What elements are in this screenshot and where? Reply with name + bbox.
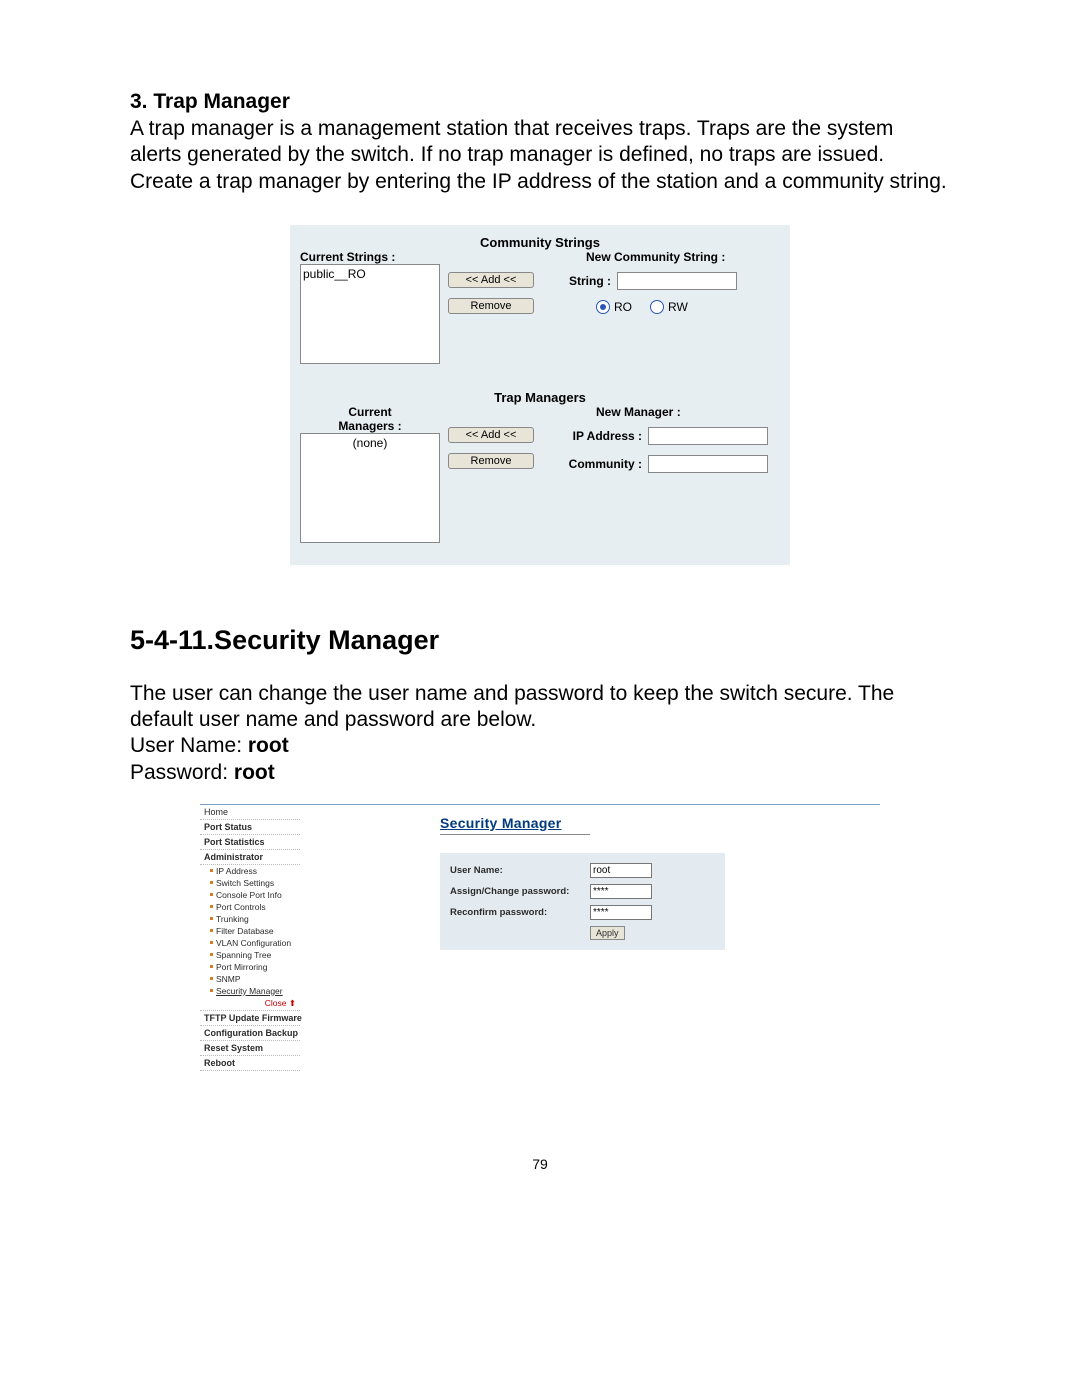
security-form: User Name: Assign/Change password: Recon… xyxy=(440,853,725,950)
new-community-string-label: New Community String : xyxy=(556,250,780,264)
section-heading-security: 5-4-11.Security Manager xyxy=(130,625,950,656)
nav-reboot[interactable]: Reboot xyxy=(200,1056,300,1071)
community-heading: Community Strings xyxy=(300,231,780,250)
page-number: 79 xyxy=(0,1156,1080,1172)
trap-description: A trap manager is a management station t… xyxy=(130,116,950,195)
assign-password-label: Assign/Change password: xyxy=(450,886,590,897)
bullet-icon xyxy=(210,881,213,884)
reconfirm-password-label: Reconfirm password: xyxy=(450,907,590,918)
current-strings-label: Current Strings : xyxy=(300,250,440,264)
nav-filter-database[interactable]: Filter Database xyxy=(200,925,300,937)
bullet-icon xyxy=(210,929,213,932)
trap-managers-heading: Trap Managers xyxy=(300,386,780,405)
add-button[interactable]: << Add << xyxy=(448,272,534,288)
community-strings-section: Community Strings Current Strings : publ… xyxy=(290,225,790,386)
bullet-icon xyxy=(210,917,213,920)
radio-selected-icon xyxy=(596,300,610,314)
nav-switch-settings[interactable]: Switch Settings xyxy=(200,877,300,889)
default-username-line: User Name: root xyxy=(130,733,950,759)
nav-administrator[interactable]: Administrator xyxy=(200,850,300,865)
security-manager-screenshot: Home Port Status Port Statistics Adminis… xyxy=(200,804,880,1071)
remove-button[interactable]: Remove xyxy=(448,298,534,314)
nav-ip-address[interactable]: IP Address xyxy=(200,865,300,877)
apply-button[interactable]: Apply xyxy=(590,926,625,940)
bullet-icon xyxy=(210,893,213,896)
bullet-icon xyxy=(210,977,213,980)
string-label: String : xyxy=(556,274,611,288)
rw-label: RW xyxy=(668,300,688,314)
nav-close[interactable]: Close ⬆ xyxy=(200,997,300,1011)
security-manager-title: Security Manager xyxy=(440,815,880,831)
remove-button[interactable]: Remove xyxy=(448,453,534,469)
nav-trunking[interactable]: Trunking xyxy=(200,913,300,925)
nav-home[interactable]: Home xyxy=(200,805,300,820)
nav-port-statistics[interactable]: Port Statistics xyxy=(200,835,300,850)
bullet-icon xyxy=(210,869,213,872)
nav-tftp-update[interactable]: TFTP Update Firmware xyxy=(200,1011,300,1026)
current-managers-label: CurrentManagers : xyxy=(300,405,440,433)
rw-radio[interactable]: RW xyxy=(650,300,688,314)
add-button[interactable]: << Add << xyxy=(448,427,534,443)
nav-spanning-tree[interactable]: Spanning Tree xyxy=(200,949,300,961)
security-description: The user can change the user name and pa… xyxy=(130,681,950,734)
radio-unselected-icon xyxy=(650,300,664,314)
snmp-config-panel: Community Strings Current Strings : publ… xyxy=(290,225,790,565)
community-label: Community : xyxy=(556,457,642,471)
list-item: (none) xyxy=(303,436,437,450)
nav-config-backup[interactable]: Configuration Backup xyxy=(200,1026,300,1041)
section-heading-trap: 3. Trap Manager xyxy=(130,90,950,114)
username-label: User Name: xyxy=(450,865,590,876)
bullet-icon xyxy=(210,953,213,956)
reconfirm-password-input[interactable] xyxy=(590,905,652,920)
ip-address-input[interactable] xyxy=(648,427,768,445)
nav-security-manager[interactable]: Security Manager xyxy=(200,985,300,997)
string-input[interactable] xyxy=(617,272,737,290)
list-item[interactable]: public__RO xyxy=(303,267,437,281)
sidebar-nav: Home Port Status Port Statistics Adminis… xyxy=(200,805,300,1071)
bullet-icon xyxy=(210,965,213,968)
nav-port-mirroring[interactable]: Port Mirroring xyxy=(200,961,300,973)
nav-port-status[interactable]: Port Status xyxy=(200,820,300,835)
nav-vlan-config[interactable]: VLAN Configuration xyxy=(200,937,300,949)
bullet-icon xyxy=(210,989,213,992)
bullet-icon xyxy=(210,941,213,944)
ip-address-label: IP Address : xyxy=(556,429,642,443)
nav-snmp[interactable]: SNMP xyxy=(200,973,300,985)
current-strings-listbox[interactable]: public__RO xyxy=(300,264,440,364)
title-underline xyxy=(440,834,590,835)
assign-password-input[interactable] xyxy=(590,884,652,899)
trap-managers-section: Trap Managers CurrentManagers : (none) <… xyxy=(290,386,790,565)
security-content: Security Manager User Name: Assign/Chang… xyxy=(300,805,880,1071)
nav-port-controls[interactable]: Port Controls xyxy=(200,901,300,913)
default-password-line: Password: root xyxy=(130,760,950,786)
username-input[interactable] xyxy=(590,863,652,878)
bullet-icon xyxy=(210,905,213,908)
nav-console-port[interactable]: Console Port Info xyxy=(200,889,300,901)
ro-label: RO xyxy=(614,300,632,314)
new-manager-label: New Manager : xyxy=(556,405,780,419)
community-input[interactable] xyxy=(648,455,768,473)
ro-radio[interactable]: RO xyxy=(596,300,632,314)
nav-reset-system[interactable]: Reset System xyxy=(200,1041,300,1056)
current-managers-listbox[interactable]: (none) xyxy=(300,433,440,543)
